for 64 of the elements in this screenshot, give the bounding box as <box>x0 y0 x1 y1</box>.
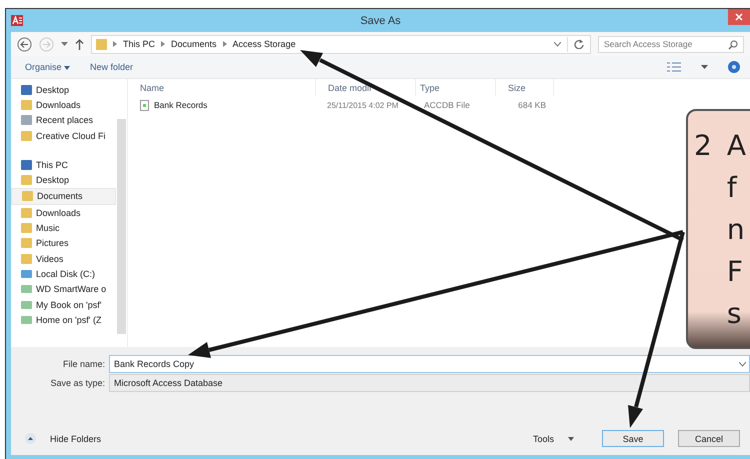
sidebar-item[interactable]: Downloads <box>11 97 116 113</box>
view-options-icon[interactable] <box>667 62 681 72</box>
sidebar-item[interactable]: Recent places <box>11 112 116 128</box>
back-icon[interactable] <box>17 36 32 52</box>
sidebar-item[interactable]: Documents <box>11 188 116 206</box>
sidebar-item[interactable]: WD SmartWare o <box>11 282 116 297</box>
organise-menu[interactable]: Organise <box>25 62 70 72</box>
new-folder-button[interactable]: New folder <box>90 62 134 72</box>
file-name-cell[interactable]: Bank Records <box>128 100 316 110</box>
table-cell-text: ACCDB File <box>423 100 471 110</box>
column-header[interactable]: Type <box>416 79 496 96</box>
callout-text: s <box>726 296 742 332</box>
column-header[interactable]: Name <box>128 79 316 96</box>
table-cell-text: 25/11/2015 4:02 PM <box>326 100 400 110</box>
table-cell-text: 684 KB <box>517 100 547 110</box>
file-name-field[interactable]: Bank Records Copy <box>109 354 750 372</box>
collapse-icon[interactable] <box>25 433 36 444</box>
file-icon <box>140 100 149 110</box>
dropdown-icon[interactable] <box>701 64 708 70</box>
app-icon <box>11 15 23 26</box>
callout-text: n <box>726 212 746 248</box>
sidebar-item[interactable]: Videos <box>11 250 116 266</box>
sidebar-item[interactable]: Desktop <box>11 172 116 188</box>
help-icon[interactable] <box>728 61 740 73</box>
caret-icon <box>568 436 574 440</box>
refresh-icon[interactable] <box>574 39 584 49</box>
sidebar-item[interactable]: Local Disk (C:) <box>11 266 116 282</box>
sidebar-item[interactable]: Pictures <box>11 236 116 251</box>
up-arrow-icon[interactable] <box>75 38 84 50</box>
save-type-dropdown[interactable]: Microsoft Access Database <box>109 374 750 392</box>
sidebar-item[interactable]: My Book on 'psf' <box>11 296 116 312</box>
sidebar-item[interactable]: Home on 'psf' (Z <box>11 312 116 328</box>
cancel-button[interactable]: Cancel <box>678 430 740 447</box>
callout-text: A <box>726 128 746 164</box>
chevron-icon <box>161 41 166 47</box>
tools-menu[interactable]: Tools <box>532 434 574 444</box>
chevron-icon <box>113 41 117 47</box>
column-header[interactable]: Size <box>496 79 554 96</box>
address-bar[interactable]: This PC Documents Access Storage <box>91 34 591 54</box>
breadcrumb-item[interactable]: This PC <box>123 39 156 49</box>
sidebar-item[interactable]: Creative Cloud Fi <box>11 128 116 144</box>
search-icon <box>728 40 738 50</box>
chevron-icon <box>222 41 227 47</box>
window-title: Save As <box>360 14 401 26</box>
close-button[interactable] <box>728 9 750 25</box>
dropdown-icon[interactable] <box>554 42 561 46</box>
breadcrumb-item[interactable]: Access Storage <box>232 39 296 49</box>
sidebar-item[interactable]: Music <box>11 220 116 236</box>
file-name-label: File name: <box>62 358 106 368</box>
dropdown-icon[interactable] <box>61 42 68 46</box>
dropdown-icon[interactable] <box>739 362 746 366</box>
close-icon <box>735 13 743 21</box>
save-button[interactable]: Save <box>602 430 664 447</box>
breadcrumb-item[interactable]: Documents <box>171 39 217 49</box>
save-type-label: Save as type: <box>49 378 106 388</box>
search-field[interactable]: Search Access Storage <box>598 36 744 52</box>
callout-text: F <box>726 254 744 290</box>
caret-icon <box>64 66 70 70</box>
hide-folders-button[interactable]: Hide Folders <box>50 434 102 444</box>
callout-text: f <box>726 170 738 206</box>
step-number: 2 <box>694 128 712 164</box>
sidebar-item[interactable]: Downloads <box>11 205 116 220</box>
sidebar-item[interactable]: Desktop <box>11 82 116 98</box>
sidebar-item[interactable]: This PC <box>11 157 116 172</box>
